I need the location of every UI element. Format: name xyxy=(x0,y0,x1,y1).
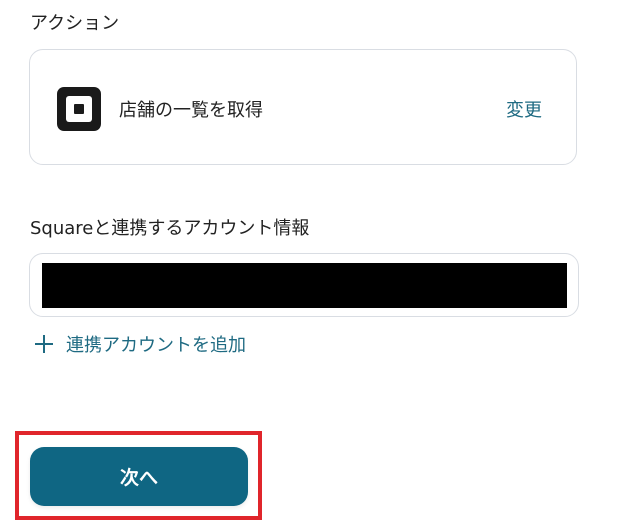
account-section-label: Squareと連携するアカウント情報 xyxy=(30,218,310,239)
next-button-label: 次へ xyxy=(119,467,158,489)
account-select-field[interactable] xyxy=(29,253,579,317)
change-action-link[interactable]: 変更 xyxy=(506,96,542,122)
account-value-redacted xyxy=(42,263,567,308)
next-button[interactable]: 次へ xyxy=(30,447,248,506)
action-name: 店舗の一覧を取得 xyxy=(119,100,263,121)
add-account-link[interactable]: 連携アカウントを追加 xyxy=(34,331,246,357)
square-logo-icon xyxy=(57,87,101,131)
add-account-label: 連携アカウントを追加 xyxy=(66,335,246,356)
plus-icon xyxy=(34,334,54,354)
action-section-label: アクション xyxy=(30,13,120,34)
action-card: 店舗の一覧を取得 変更 xyxy=(29,49,577,165)
operation-settings-page: アクション 店舗の一覧を取得 変更 Squareと連携するアカウント情報 連携ア… xyxy=(0,0,637,523)
